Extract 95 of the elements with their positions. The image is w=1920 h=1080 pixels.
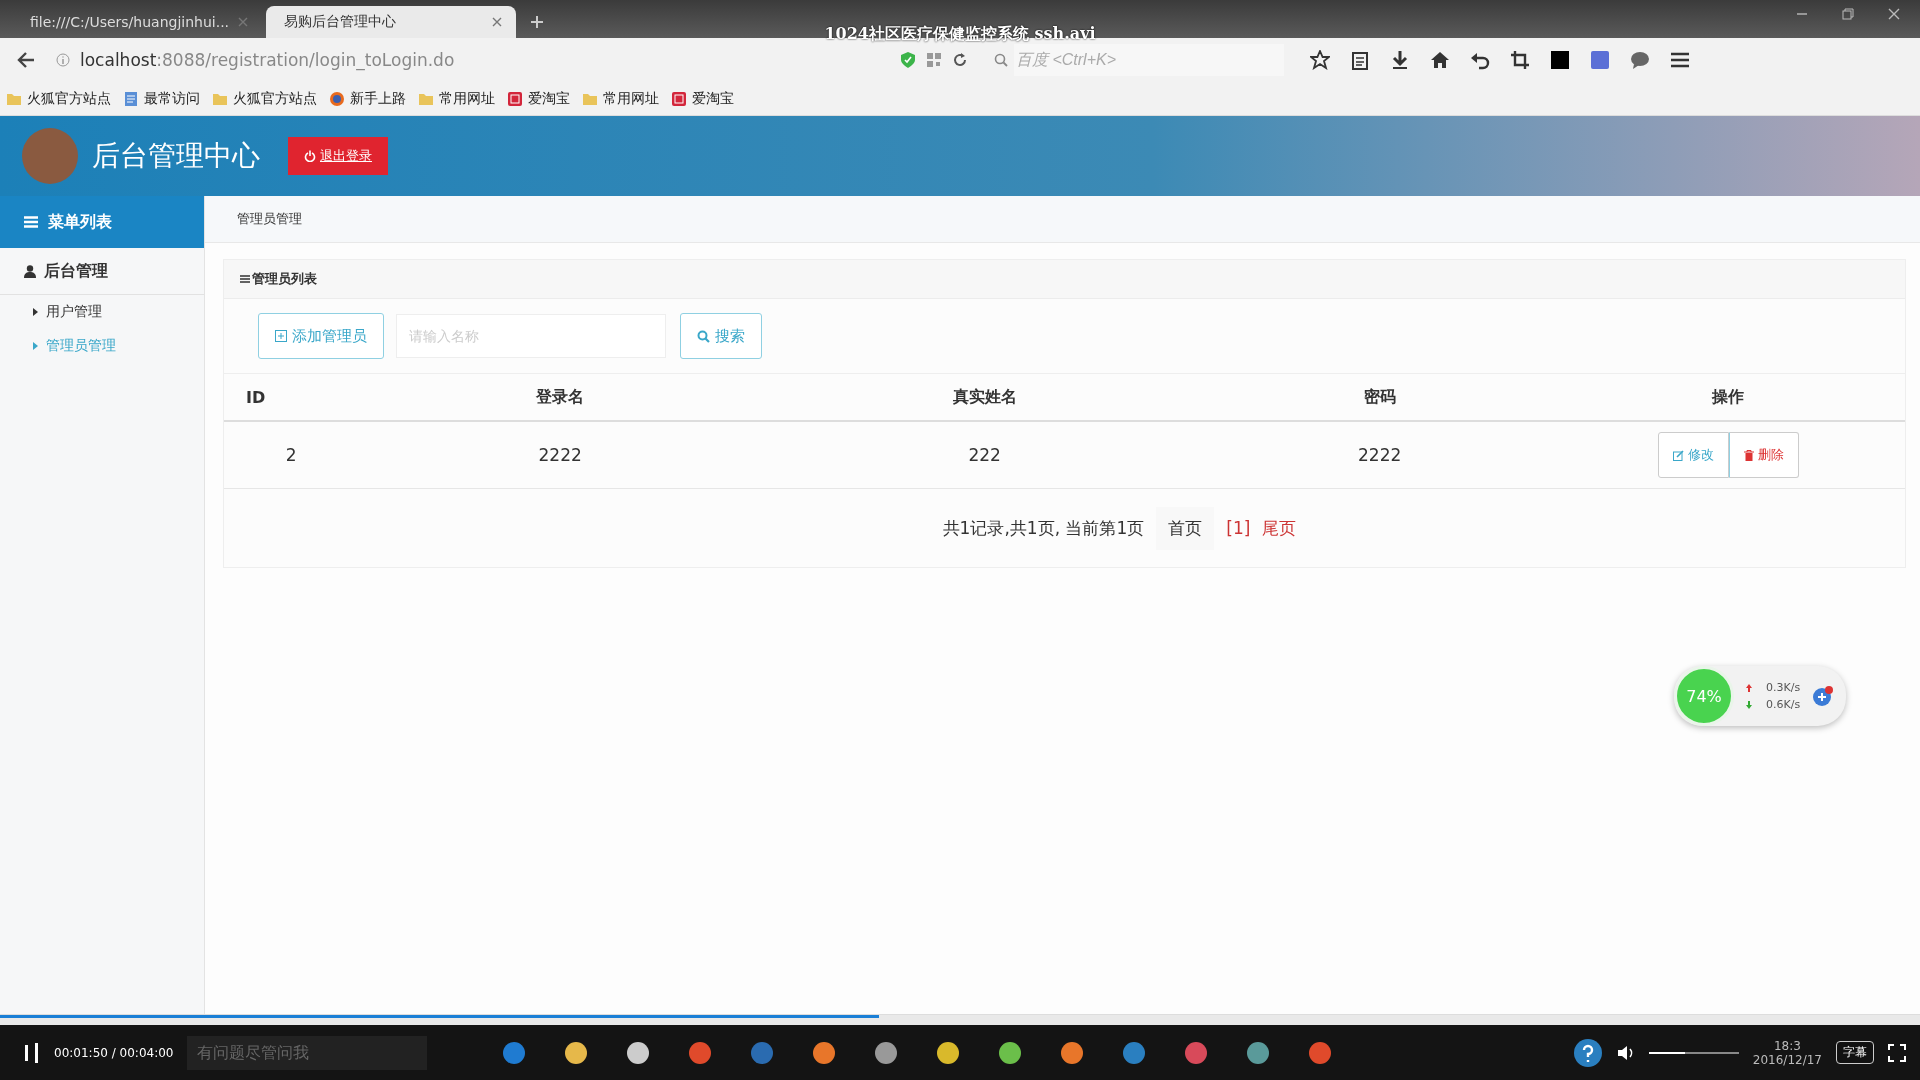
subtitle-button[interactable]: 字幕 <box>1836 1041 1874 1064</box>
logout-button[interactable]: 退出登录 <box>288 137 388 175</box>
close-icon[interactable] <box>1888 8 1900 20</box>
globe-icon <box>329 90 345 107</box>
shield-icon[interactable] <box>900 51 916 69</box>
breadcrumb: 管理员管理 <box>205 196 1920 243</box>
power-icon <box>304 150 316 162</box>
speaker-icon[interactable] <box>1616 1044 1635 1061</box>
video-title: 1024社区医疗保健监控系统 ssh.avi <box>823 24 1097 45</box>
delete-button[interactable]: 删除 <box>1728 432 1799 478</box>
lines-icon <box>240 274 250 284</box>
square-icon[interactable] <box>1550 50 1570 70</box>
info-icon <box>56 53 70 67</box>
avatar-circle <box>22 128 78 184</box>
plus-icon[interactable] <box>530 15 544 29</box>
address-bar[interactable]: localhost:8088/registration/login_toLogin.do <box>18 44 978 76</box>
caret-icon <box>33 342 38 350</box>
app-circle-icon[interactable] <box>625 1039 652 1066</box>
trash-icon <box>1743 449 1754 461</box>
app-circle-icon[interactable] <box>1059 1039 1086 1066</box>
app-circle-icon[interactable] <box>873 1039 900 1066</box>
table-cell: 2 <box>224 421 359 489</box>
clock-date: 2016/12/17 <box>1752 1052 1822 1067</box>
pause-icon[interactable] <box>24 1042 40 1063</box>
panel-title: 管理员列表 <box>252 270 317 288</box>
bookmark-link[interactable]: 火狐官方站点 <box>6 89 111 108</box>
menu-icon[interactable] <box>1670 50 1690 70</box>
qr-code-icon[interactable] <box>926 52 942 68</box>
column-header: 真实姓名 <box>761 373 1208 421</box>
bookmark-link[interactable]: 新手上路 <box>329 89 406 108</box>
fullscreen-icon[interactable] <box>1888 1043 1906 1062</box>
back-arrow-icon[interactable] <box>16 50 36 70</box>
bookmark-link[interactable]: 火狐官方站点 <box>212 89 317 108</box>
close-icon[interactable] <box>492 17 502 27</box>
up-arrow-icon <box>1746 683 1752 692</box>
clock-time: 18:3 <box>1773 1038 1801 1053</box>
clipboard-icon[interactable] <box>1350 50 1370 70</box>
download-icon[interactable] <box>1390 50 1410 70</box>
page-icon <box>123 90 139 107</box>
search-icon <box>994 53 1008 67</box>
person-icon <box>24 264 36 278</box>
page-summary: 共1记录,共1页, 当前第1页 <box>942 516 1145 540</box>
app-title: 后台管理中心 <box>92 138 260 174</box>
down-arrow-icon <box>1746 700 1752 709</box>
table-cell: 222 <box>761 421 1208 489</box>
column-header: 操作 <box>1551 373 1905 421</box>
menu-item[interactable]: 用户管理 <box>0 295 204 329</box>
download-speed: 0.6K/s <box>1766 698 1801 711</box>
bookmark-link[interactable]: 常用网址 <box>418 89 495 108</box>
app-circle-icon[interactable] <box>1245 1039 1272 1066</box>
url-text: localhost:8088/registration/login_toLogin.do <box>80 50 455 70</box>
column-header: ID <box>224 373 359 421</box>
page-number-link[interactable]: [1] <box>1226 518 1251 538</box>
restore-icon[interactable] <box>1842 8 1854 20</box>
playback-time: 00:01:50 / 00:04:00 <box>54 1045 174 1060</box>
browser-tab[interactable]: 易购后台管理中心 <box>266 6 516 38</box>
app-circle-icon[interactable] <box>563 1039 590 1066</box>
search-field[interactable]: 百度 <Ctrl+K> <box>1014 44 1284 76</box>
shop-icon <box>671 90 687 107</box>
usage-badge: 74% <box>1674 666 1734 726</box>
extension-badge-icon[interactable] <box>1590 50 1610 70</box>
column-header: 密码 <box>1207 373 1552 421</box>
menu-group[interactable]: 后台管理 <box>0 248 204 295</box>
reload-icon[interactable] <box>952 52 968 68</box>
search-icon <box>697 329 710 343</box>
first-page-link[interactable]: 首页 <box>1156 506 1215 550</box>
undo-icon[interactable] <box>1470 50 1490 70</box>
column-header: 登录名 <box>358 373 762 421</box>
pencil-square-icon <box>1672 449 1684 461</box>
speech-bubble-icon[interactable] <box>1630 50 1650 70</box>
app-circle-icon[interactable] <box>811 1039 838 1066</box>
app-circle-icon[interactable] <box>997 1039 1024 1066</box>
table-cell: 2222 <box>1207 421 1552 489</box>
app-circle-icon[interactable] <box>935 1039 962 1066</box>
crop-icon[interactable] <box>1510 50 1530 70</box>
bookmark-link[interactable]: 爱淘宝 <box>507 89 570 108</box>
bookmark-link[interactable]: 最常访问 <box>123 89 200 108</box>
menu-header-label: 菜单列表 <box>48 211 112 233</box>
browser-tab[interactable]: file:///C:/Users/huangjinhui... <box>12 6 262 38</box>
bookmark-link[interactable]: 爱淘宝 <box>671 89 734 108</box>
list-icon <box>24 216 38 228</box>
help-icon[interactable] <box>1572 1037 1603 1068</box>
caret-icon <box>33 308 38 316</box>
home-icon[interactable] <box>1430 50 1450 70</box>
plus-square-icon <box>275 330 287 342</box>
upload-speed: 0.3K/s <box>1766 681 1801 694</box>
table-cell: 2222 <box>358 421 762 489</box>
star-icon[interactable] <box>1310 50 1330 70</box>
plus-circle-icon[interactable] <box>1812 685 1835 707</box>
volume-slider[interactable] <box>1648 1051 1739 1054</box>
last-page-link[interactable]: 尾页 <box>1262 516 1297 540</box>
shop-icon <box>507 90 523 107</box>
taskbar-search-field[interactable]: 有问题尽管问我 <box>187 1035 428 1070</box>
progress-track[interactable] <box>0 1014 1920 1025</box>
bookmark-link[interactable]: 常用网址 <box>582 89 659 108</box>
